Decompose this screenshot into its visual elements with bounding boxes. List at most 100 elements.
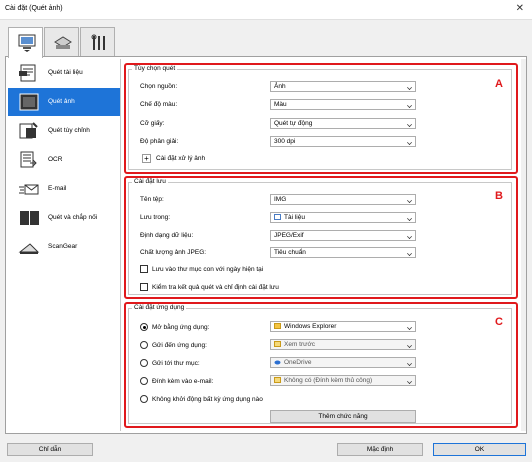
scanner-panel-icon [54, 36, 72, 49]
source-select[interactable]: Ảnh [270, 81, 416, 92]
defaults-button[interactable]: Mặc định [337, 443, 423, 456]
save-settings-legend: Cài đặt lưu [132, 178, 168, 185]
resolution-value: 300 dpi [274, 138, 296, 145]
save-in-label: Lưu trong: [140, 214, 171, 221]
tab-scan-from-panel[interactable] [44, 27, 79, 57]
chevron-down-icon [407, 343, 412, 348]
tools-icon [91, 34, 105, 50]
chevron-down-icon [407, 140, 412, 145]
scan-options-legend: Tùy chọn quét [132, 65, 178, 72]
no-app-label: Không khởi động bất kỳ ứng dụng nào [152, 396, 263, 403]
data-format-label: Định dạng dữ liệu: [140, 232, 194, 239]
open-with-app-radio[interactable] [140, 323, 148, 331]
ok-button[interactable]: OK [433, 443, 526, 456]
custom-scan-icon [19, 122, 38, 139]
photo-scan-icon [19, 93, 39, 111]
sidebar-item-photo-scan[interactable]: Quét ảnh [8, 88, 120, 116]
send-to-folder-label: Gửi tới thư mục: [152, 360, 200, 367]
open-with-app-select[interactable]: Windows Explorer [270, 321, 416, 332]
color-mode-select[interactable]: Màu [270, 99, 416, 110]
send-to-app-radio[interactable] [140, 341, 148, 349]
attach-email-value: Không có (Đính kèm thủ công) [284, 377, 373, 384]
ocr-icon [20, 151, 37, 168]
send-to-folder-select[interactable]: OneDrive [270, 357, 416, 368]
windows-explorer-icon [274, 323, 281, 329]
data-format-select[interactable]: JPEG/Exif [270, 230, 416, 241]
attach-email-select[interactable]: Không có (Đính kèm thủ công) [270, 375, 416, 386]
file-name-label: Tên tệp: [140, 196, 164, 203]
send-to-app-select[interactable]: Xem trước [270, 339, 416, 350]
onedrive-icon [274, 360, 281, 365]
documents-folder-icon [274, 214, 281, 220]
paper-size-select[interactable]: Quét tự động [270, 118, 416, 129]
jpeg-quality-label: Chất lượng ảnh JPEG: [140, 249, 207, 256]
marker-c: C [495, 316, 503, 328]
chevron-down-icon [407, 216, 412, 221]
sidebar-item-ocr[interactable]: OCR [8, 146, 120, 174]
subfolder-checkbox[interactable] [140, 265, 148, 273]
email-client-icon [274, 377, 281, 383]
paper-size-label: Cỡ giấy: [140, 120, 165, 127]
sidebar-item-scangear[interactable]: ScanGear [8, 233, 120, 261]
tab-general-settings[interactable] [80, 27, 115, 57]
open-with-app-label: Mở bằng ứng dụng: [152, 324, 210, 331]
marker-b: B [495, 190, 503, 202]
chevron-down-icon [407, 198, 412, 203]
sidebar-item-label: Quét tùy chỉnh [48, 127, 90, 134]
send-to-folder-value: OneDrive [284, 359, 312, 366]
chevron-down-icon [407, 325, 412, 330]
paper-size-value: Quét tự động [274, 120, 313, 127]
sidebar-item-email[interactable]: E-mail [8, 175, 120, 203]
jpeg-quality-select[interactable]: Tiêu chuẩn [270, 247, 416, 258]
save-in-select[interactable]: Tài liệu [270, 212, 416, 223]
email-icon [19, 184, 39, 195]
send-to-folder-radio[interactable] [140, 359, 148, 367]
open-with-app-value: Windows Explorer [284, 323, 337, 330]
check-results-label: Kiểm tra kết quả quét và chỉ định cài đặ… [152, 284, 279, 291]
sidebar-item-stitch-scan[interactable]: Quét và chắp nối [8, 204, 120, 232]
sidebar-item-document-scan[interactable]: Quét tài liệu [8, 59, 120, 87]
tab-scan-from-computer[interactable] [8, 27, 43, 58]
check-results-checkbox[interactable] [140, 283, 148, 291]
image-processing-label: Cài đặt xử lý ảnh [156, 155, 206, 162]
settings-panel: Tùy chọn quét A Chọn nguồn: Ảnh Chế độ m… [122, 59, 520, 431]
tab-bar [8, 27, 128, 58]
source-value: Ảnh [274, 83, 286, 90]
color-mode-value: Màu [274, 101, 287, 108]
file-name-input[interactable]: IMG [270, 194, 416, 205]
data-format-value: JPEG/Exif [274, 232, 304, 239]
scrollbar[interactable] [521, 59, 526, 431]
sidebar-item-label: E-mail [48, 185, 67, 192]
chevron-down-icon [407, 122, 412, 127]
chevron-down-icon [407, 103, 412, 108]
scangear-icon [18, 243, 40, 254]
expand-image-processing-button[interactable]: + [142, 154, 151, 163]
source-label: Chọn nguồn: [140, 83, 178, 90]
sidebar-item-label: Quét và chắp nối [48, 214, 98, 221]
app-settings-legend: Cài đặt ứng dụng [132, 304, 187, 311]
sidebar-item-label: ScanGear [48, 243, 78, 250]
chevron-down-icon [407, 379, 412, 384]
window-title: Cài đặt (Quét ảnh) [5, 5, 63, 12]
more-functions-button[interactable]: Thêm chức năng [270, 410, 416, 423]
resolution-select[interactable]: 300 dpi [270, 136, 416, 147]
resolution-label: Độ phân giải: [140, 138, 179, 145]
chevron-down-icon [407, 85, 412, 90]
attach-email-radio[interactable] [140, 377, 148, 385]
chevron-down-icon [407, 361, 412, 366]
color-mode-label: Chế độ màu: [140, 101, 178, 108]
attach-email-label: Đính kèm vào e-mail: [152, 378, 214, 385]
chevron-down-icon [407, 234, 412, 239]
sidebar-item-custom-scan[interactable]: Quét tùy chỉnh [8, 117, 120, 145]
help-button[interactable]: Chỉ dẫn [7, 443, 93, 456]
sidebar: Quét tài liệu Quét ảnh Quét tùy chỉnh OC… [8, 59, 121, 431]
sidebar-item-label: Quét tài liệu [48, 69, 83, 76]
file-name-value: IMG [274, 196, 287, 203]
no-app-radio[interactable] [140, 395, 148, 403]
jpeg-quality-value: Tiêu chuẩn [274, 249, 306, 256]
close-icon[interactable]: ✕ [516, 3, 524, 14]
stitch-scan-icon [20, 211, 39, 225]
send-to-app-value: Xem trước [284, 341, 316, 348]
document-scan-icon [19, 64, 36, 82]
preview-app-icon [274, 341, 281, 347]
